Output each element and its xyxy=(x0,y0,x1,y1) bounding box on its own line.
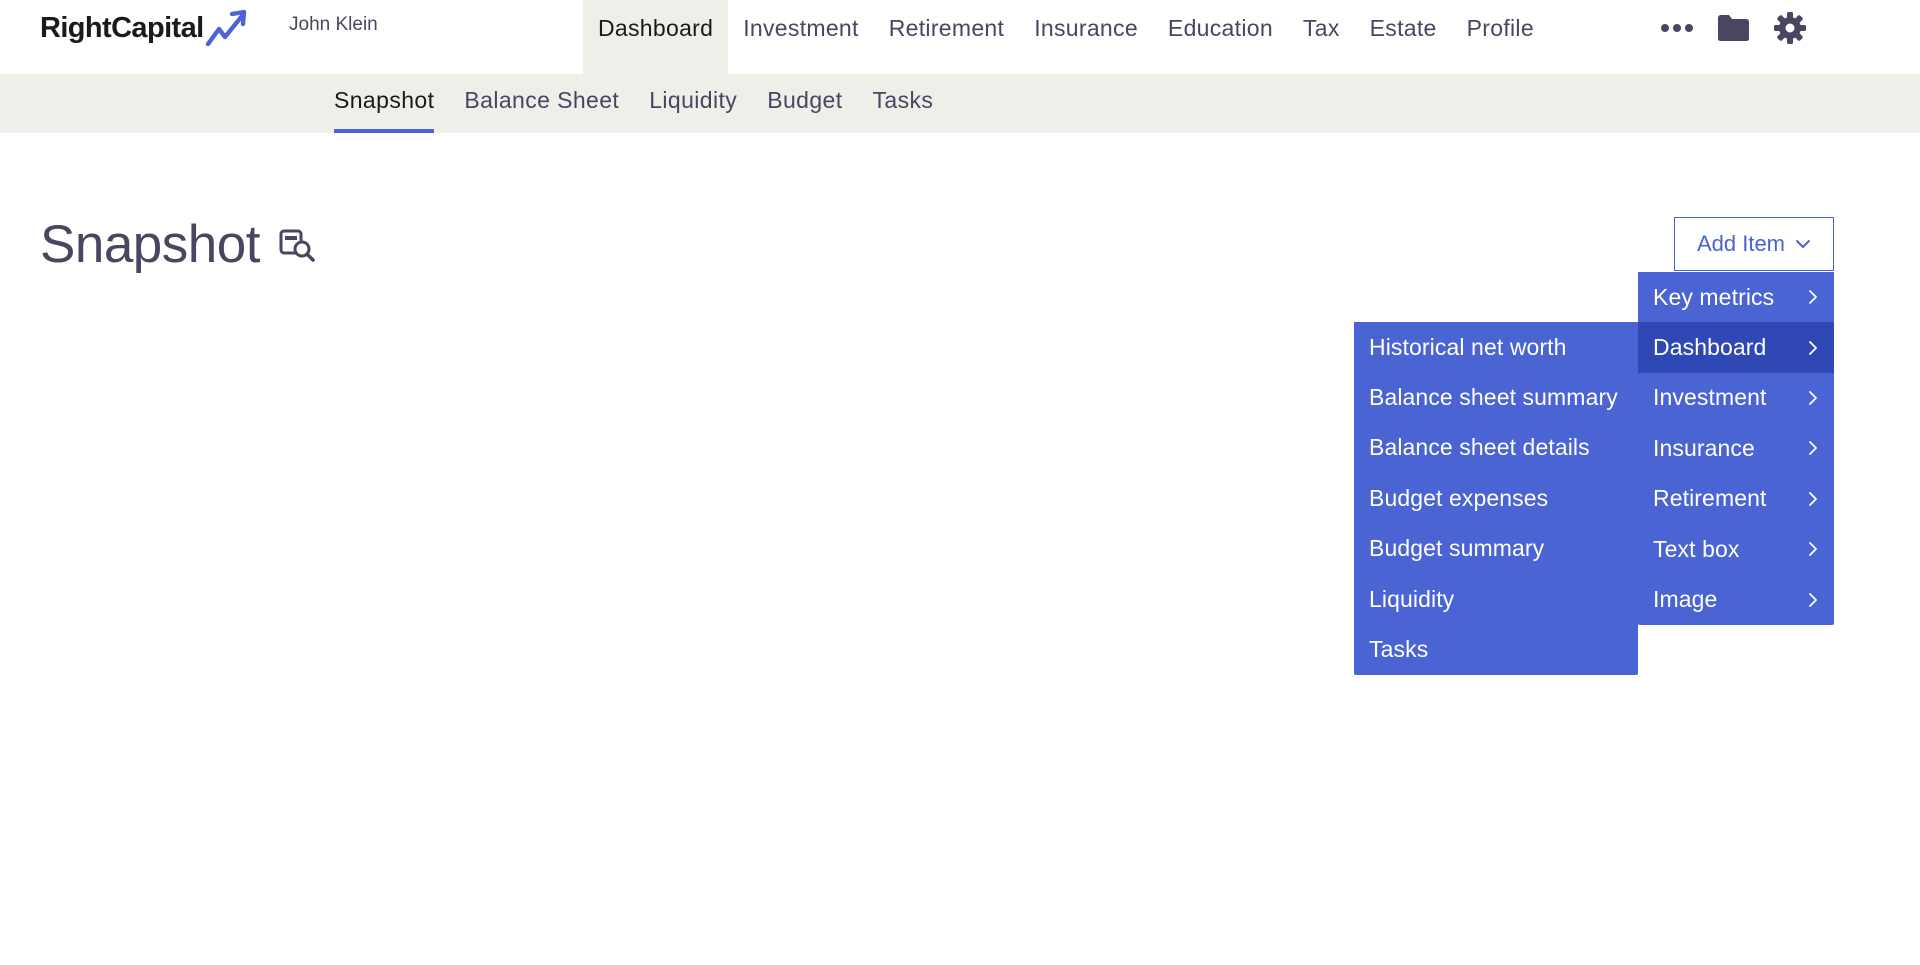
menu-item-insurance[interactable]: Insurance xyxy=(1638,423,1834,473)
sub-nav-items: Snapshot Balance Sheet Liquidity Budget … xyxy=(334,74,963,133)
menu-item-label: Dashboard xyxy=(1653,334,1767,361)
subnav-item-balance-sheet[interactable]: Balance Sheet xyxy=(464,74,619,133)
menu-item-label: Insurance xyxy=(1653,434,1755,461)
subnav-item-budget[interactable]: Budget xyxy=(767,74,842,133)
nav-item-insurance[interactable]: Insurance xyxy=(1019,0,1153,56)
rightcapital-logo[interactable]: RightCapital xyxy=(40,8,249,48)
add-item-label: Add Item xyxy=(1696,231,1786,256)
menu-item-image[interactable]: Image xyxy=(1638,574,1834,624)
page-title: Snapshot xyxy=(40,215,260,274)
submenu-item-balance-sheet-details[interactable]: Balance sheet details xyxy=(1354,423,1638,473)
submenu-item-balance-sheet-summary[interactable]: Balance sheet summary xyxy=(1354,372,1638,422)
submenu-item-historical-net-worth[interactable]: Historical net worth xyxy=(1354,322,1638,372)
chevron-right-icon xyxy=(1809,391,1817,405)
subnav-item-tasks[interactable]: Tasks xyxy=(873,74,934,133)
chevron-down-icon xyxy=(1796,240,1811,248)
menu-item-label: Text box xyxy=(1653,535,1740,562)
more-icon[interactable] xyxy=(1655,8,1699,48)
dashboard-submenu: Historical net worth Balance sheet summa… xyxy=(1354,322,1638,675)
submenu-item-budget-expenses[interactable]: Budget expenses xyxy=(1354,473,1638,523)
menu-item-dashboard[interactable]: Dashboard xyxy=(1638,322,1834,373)
menu-item-retirement[interactable]: Retirement xyxy=(1638,474,1834,524)
menu-item-key-metrics[interactable]: Key metrics xyxy=(1638,272,1834,322)
submenu-item-budget-summary[interactable]: Budget summary xyxy=(1354,524,1638,574)
header-icons xyxy=(1655,8,1809,48)
nav-item-retirement[interactable]: Retirement xyxy=(874,0,1019,56)
add-item-menu: Key metrics Dashboard Investment Insuran… xyxy=(1638,272,1834,625)
menu-item-label: Investment xyxy=(1653,384,1767,411)
menu-item-label: Retirement xyxy=(1653,485,1767,512)
subnav-item-snapshot[interactable]: Snapshot xyxy=(334,74,435,133)
menu-item-text-box[interactable]: Text box xyxy=(1638,524,1834,574)
menu-item-label: Image xyxy=(1653,586,1718,613)
chevron-right-icon xyxy=(1809,491,1817,506)
client-name[interactable]: John Klein xyxy=(289,14,378,36)
preview-icon[interactable] xyxy=(279,226,315,262)
nav-item-tax[interactable]: Tax xyxy=(1288,0,1355,56)
menu-item-label: Key metrics xyxy=(1653,283,1775,310)
main-nav: Dashboard Investment Retirement Insuranc… xyxy=(583,0,1549,74)
chevron-right-icon xyxy=(1809,340,1817,355)
nav-item-estate[interactable]: Estate xyxy=(1355,0,1452,56)
nav-item-dashboard[interactable]: Dashboard xyxy=(583,0,729,74)
submenu-item-tasks[interactable]: Tasks xyxy=(1354,624,1638,674)
logo-text: RightCapital xyxy=(40,11,204,44)
add-item-button[interactable]: Add Item xyxy=(1674,217,1834,271)
nav-item-education[interactable]: Education xyxy=(1153,0,1288,56)
submenu-item-liquidity[interactable]: Liquidity xyxy=(1354,574,1638,624)
nav-item-profile[interactable]: Profile xyxy=(1452,0,1549,56)
chevron-right-icon xyxy=(1809,441,1817,456)
menu-item-investment[interactable]: Investment xyxy=(1638,373,1834,423)
chevron-right-icon xyxy=(1809,592,1817,607)
growth-arrow-logo-icon xyxy=(205,9,246,47)
chevron-right-icon xyxy=(1809,542,1817,557)
chevron-right-icon xyxy=(1809,290,1817,305)
nav-item-investment[interactable]: Investment xyxy=(728,0,874,56)
subnav-item-liquidity[interactable]: Liquidity xyxy=(649,74,737,133)
folder-icon[interactable] xyxy=(1713,8,1753,48)
gear-icon[interactable] xyxy=(1771,8,1809,48)
sub-nav: Snapshot Balance Sheet Liquidity Budget … xyxy=(0,74,1920,133)
top-bar: RightCapital John Klein Dashboard Invest… xyxy=(0,0,1920,74)
